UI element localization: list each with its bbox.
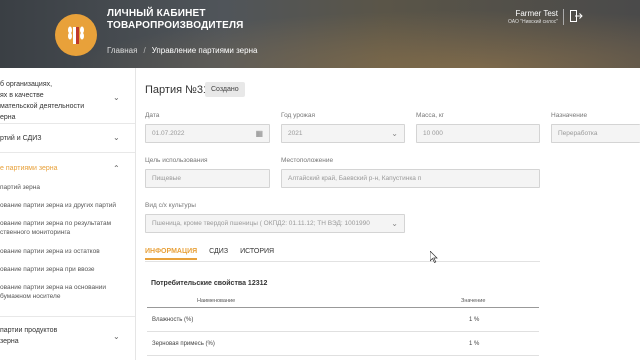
- calendar-icon[interactable]: ▦: [255, 129, 263, 138]
- sidebar-text: зерна: [0, 338, 19, 345]
- sidebar-text: б организациях,: [0, 81, 53, 88]
- sidebar-section-sdiz-label: ртий и СДИЗ: [0, 135, 42, 142]
- year-label: Год урожая: [281, 112, 315, 119]
- sidebar-item-text: ование партии зерна по результатам: [0, 220, 112, 227]
- sidebar-text: партии продуктов: [0, 327, 58, 334]
- chevron-down-icon[interactable]: ⌄: [113, 331, 121, 341]
- location-label: Местоположение: [281, 157, 334, 164]
- purpose-label: Назначение: [551, 112, 588, 119]
- mass-label: Масса, кг: [416, 112, 445, 119]
- sidebar-item-text: бумажном носителе: [0, 293, 61, 300]
- table-cell-name: Влажность (%): [152, 317, 194, 323]
- sidebar-item-paper[interactable]: ование партии зерна на основании бумажно…: [0, 283, 106, 301]
- sidebar-section-batches[interactable]: е партиями зерна ⌃ партий зерна ование п…: [0, 153, 135, 317]
- breadcrumb-separator: /: [143, 46, 146, 55]
- table-cell-name: Зерновая примесь (%): [152, 341, 215, 347]
- user-org: ОАО "Нивский силос": [507, 19, 558, 25]
- sidebar-item-by-monitoring[interactable]: ование партии зерна по результатам ствен…: [0, 219, 111, 237]
- sidebar-section-batches-label: е партиями зерна: [0, 165, 58, 172]
- breadcrumb-home-link[interactable]: Главная: [107, 46, 137, 55]
- app-logo[interactable]: [55, 14, 97, 56]
- column-header-name: Наименование: [197, 298, 236, 304]
- app-title-line1: ЛИЧНЫЙ КАБИНЕТ: [107, 8, 206, 19]
- sidebar: б организациях, ях в качестве мательской…: [0, 68, 136, 360]
- sidebar-section-organizations[interactable]: б организациях, ях в качестве мательской…: [0, 68, 135, 124]
- chevron-down-icon[interactable]: ⌄: [113, 92, 121, 102]
- chevron-up-icon[interactable]: ⌃: [113, 163, 121, 173]
- sidebar-item-text: ование партии зерна на основании: [0, 284, 106, 291]
- breadcrumb: Главная / Управление партиями зерна: [107, 46, 257, 55]
- chevron-down-icon[interactable]: ⌄: [113, 132, 121, 142]
- tab-sdiz[interactable]: СДИЗ: [209, 248, 228, 260]
- sidebar-item-from-other-batches[interactable]: ование партии зерна из других партий: [0, 201, 116, 210]
- wheat-logo-icon: [68, 26, 84, 44]
- sidebar-item-from-remains[interactable]: ование партии зерна из остатков: [0, 247, 100, 256]
- app-title-line2: ТОВАРОПРОИЗВОДИТЕЛЯ: [107, 20, 244, 31]
- header-divider: [563, 9, 564, 25]
- sidebar-section-organizations-label: б организациях, ях в качестве мательской…: [0, 79, 84, 123]
- sidebar-item-import[interactable]: ование партии зерна при ввозе: [0, 265, 95, 274]
- chevron-down-icon: ⌄: [391, 129, 398, 138]
- breadcrumb-current: Управление партиями зерна: [151, 46, 258, 55]
- main-content: Партия №31 Создано Дата 01.07.2022 ▦ Год…: [137, 68, 640, 360]
- tab-information[interactable]: ИНФОРМАЦИЯ: [145, 248, 198, 260]
- column-header-value: Значение: [461, 298, 486, 304]
- year-value: 2021: [288, 130, 303, 137]
- tab-divider: [145, 261, 540, 262]
- date-label: Дата: [145, 112, 160, 119]
- tab-history[interactable]: ИСТОРИЯ: [240, 248, 274, 260]
- user-info[interactable]: Farmer Test ОАО "Нивский силос": [508, 9, 558, 25]
- user-name: Farmer Test: [515, 9, 558, 18]
- use-label: Цель использования: [145, 157, 208, 164]
- status-badge: Создано: [205, 82, 245, 97]
- app-header: ЛИЧНЫЙ КАБИНЕТ ТОВАРОПРОИЗВОДИТЕЛЯ Главн…: [0, 0, 640, 68]
- purpose-field[interactable]: Переработка: [551, 124, 640, 143]
- date-value: 01.07.2022: [152, 130, 185, 137]
- sidebar-text: ерна: [0, 114, 16, 121]
- sidebar-text: ях в качестве: [0, 92, 44, 99]
- mouse-cursor-icon: [430, 251, 438, 263]
- page-title: Партия №31: [145, 84, 210, 96]
- table-row: Влажность (%) 1 %: [147, 308, 539, 332]
- sidebar-item-batches-list[interactable]: партий зерна: [0, 183, 40, 192]
- year-select[interactable]: 2021 ⌄: [281, 124, 405, 143]
- crop-value: Пшеница, кроме твердой пшеницы ( ОКПД2: …: [152, 220, 370, 227]
- table-cell-value: 1 %: [469, 341, 480, 347]
- sidebar-section-sdiz[interactable]: ртий и СДИЗ ⌄: [0, 124, 135, 153]
- crop-select[interactable]: Пшеница, кроме твердой пшеницы ( ОКПД2: …: [145, 214, 405, 233]
- mass-field[interactable]: 10 000: [416, 124, 540, 143]
- location-field[interactable]: Алтайский край, Баевский р-н, Капустинка…: [281, 169, 540, 188]
- table-row: Зерновая примесь (%) 1 %: [147, 332, 539, 356]
- sidebar-item-text: ственного мониторинга: [0, 229, 71, 236]
- date-field[interactable]: 01.07.2022 ▦: [145, 124, 270, 143]
- crop-label: Вид с/х культуры: [145, 202, 196, 209]
- use-field[interactable]: Пищевые: [145, 169, 270, 188]
- sidebar-section-products-label: партии продуктов зерна: [0, 325, 57, 347]
- chevron-down-icon: ⌄: [388, 219, 398, 228]
- tab-bar: ИНФОРМАЦИЯ СДИЗ ИСТОРИЯ: [145, 248, 274, 260]
- app-title: ЛИЧНЫЙ КАБИНЕТ ТОВАРОПРОИЗВОДИТЕЛЯ: [107, 8, 244, 32]
- logout-icon[interactable]: [569, 9, 583, 23]
- sidebar-section-products[interactable]: партии продуктов зерна ⌄: [0, 317, 135, 357]
- table-header: Наименование Значение: [147, 296, 539, 308]
- sidebar-text: мательской деятельности: [0, 103, 85, 110]
- table-cell-value: 1 %: [469, 317, 480, 323]
- properties-title: Потребительские свойства 12312: [151, 280, 268, 287]
